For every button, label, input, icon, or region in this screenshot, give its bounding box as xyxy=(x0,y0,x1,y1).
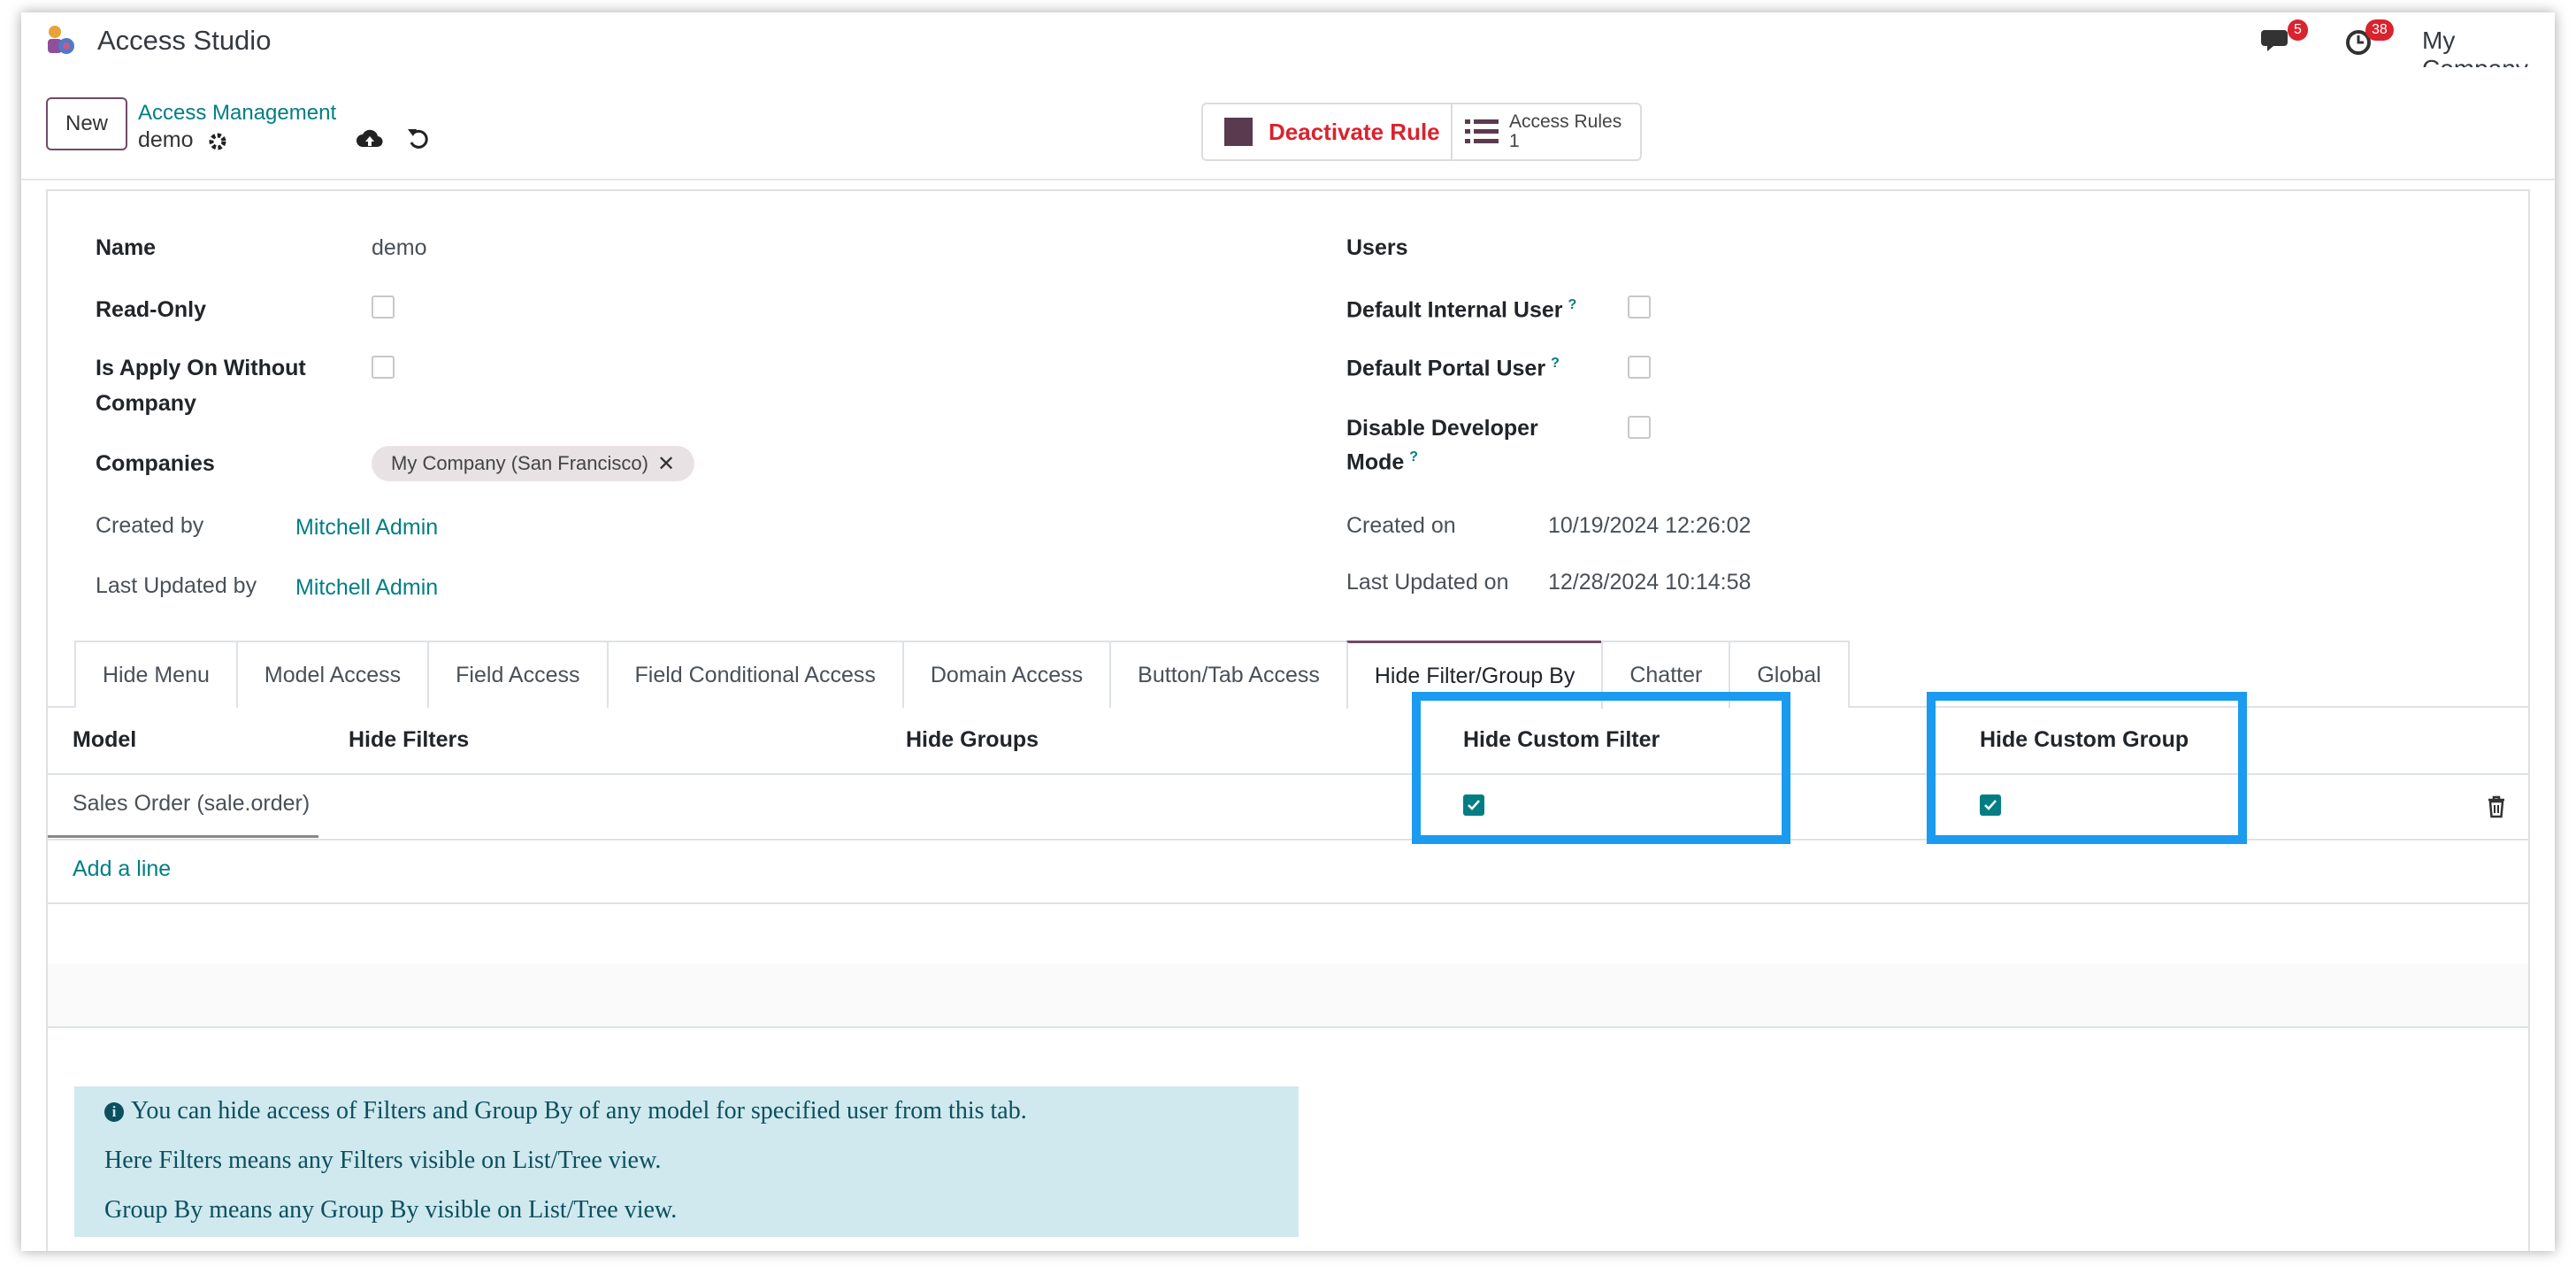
top-navbar: Access Studio 5 38 My Company xyxy=(21,12,2555,82)
tab-field-access[interactable]: Field Access xyxy=(427,641,609,708)
disable-dev-mode-label-1: Disable Developer xyxy=(1346,416,1538,441)
apply-without-company-checkbox[interactable] xyxy=(372,356,395,379)
gear-icon[interactable] xyxy=(207,131,228,152)
tab-domain-access[interactable]: Domain Access xyxy=(901,641,1112,708)
row-field-underline xyxy=(48,835,318,838)
company-tag-label: My Company (San Francisco) xyxy=(391,452,648,474)
disable-dev-mode-label-2: Mode? xyxy=(1346,449,1418,475)
info-line-1-text: You can hide access of Filters and Group… xyxy=(131,1097,1027,1124)
new-button[interactable]: New xyxy=(46,97,127,150)
add-a-line-link[interactable]: Add a line xyxy=(73,856,171,882)
deactivate-rule-button[interactable]: Deactivate Rule xyxy=(1203,104,1453,159)
apply-without-company-label-1: Is Apply On Without xyxy=(96,356,306,380)
app-logo-icon[interactable] xyxy=(42,23,78,58)
control-panel: New Access Management demo Deactivate Ru… xyxy=(21,67,2555,180)
highlight-hide-custom-group xyxy=(1927,692,2247,844)
app-window: Access Studio 5 38 My Company New Access… xyxy=(21,12,2555,1251)
tab-model-access[interactable]: Model Access xyxy=(235,641,430,708)
default-internal-user-checkbox[interactable] xyxy=(1628,295,1651,318)
last-updated-on-value: 12/28/2024 10:14:58 xyxy=(1548,570,1752,595)
help-tooltip-icon[interactable]: ? xyxy=(1409,449,1418,464)
column-hide-filters[interactable]: Hide Filters xyxy=(349,727,469,753)
disable-dev-mode-checkbox[interactable] xyxy=(1628,416,1651,439)
cloud-upload-icon[interactable] xyxy=(356,126,384,152)
default-portal-user-checkbox[interactable] xyxy=(1628,356,1651,379)
highlight-hide-custom-filter xyxy=(1412,692,1790,844)
info-icon: i xyxy=(104,1102,124,1122)
last-updated-on-label: Last Updated on xyxy=(1346,570,1509,595)
help-tooltip-icon[interactable]: ? xyxy=(1551,356,1560,371)
readonly-label: Read-Only xyxy=(96,297,207,322)
breadcrumb-current-record: demo xyxy=(138,127,194,152)
apply-without-company-label-2: Company xyxy=(96,391,196,416)
access-rules-label: Access Rules xyxy=(1509,111,1622,132)
companies-label: Companies xyxy=(96,451,215,476)
deactivate-rule-label: Deactivate Rule xyxy=(1269,118,1440,145)
add-line-row: Add a line xyxy=(48,839,2528,904)
last-updated-by-link[interactable]: Mitchell Admin xyxy=(295,575,438,601)
column-model[interactable]: Model xyxy=(73,727,136,753)
activity-badge: 38 xyxy=(2365,19,2394,41)
readonly-checkbox[interactable] xyxy=(372,295,395,318)
users-label: Users xyxy=(1346,235,1408,260)
trash-icon[interactable] xyxy=(2486,794,2507,819)
info-alert: i You can hide access of Filters and Grou… xyxy=(74,1086,1299,1237)
info-line-3: Group By means any Group By visible on L… xyxy=(104,1196,678,1224)
empty-row xyxy=(48,902,2528,966)
default-portal-user-label: Default Portal User? xyxy=(1346,356,1560,381)
access-rules-count: 1 xyxy=(1509,131,1520,151)
list-icon xyxy=(1465,119,1499,143)
name-field[interactable]: demo xyxy=(372,235,427,261)
help-tooltip-icon[interactable]: ? xyxy=(1568,297,1577,312)
info-line-2: Here Filters means any Filters visible o… xyxy=(104,1147,662,1174)
app-title[interactable]: Access Studio xyxy=(97,25,271,57)
stop-icon xyxy=(1224,118,1253,146)
name-label: Name xyxy=(96,235,157,260)
company-tag[interactable]: My Company (San Francisco) ✕ xyxy=(372,446,695,481)
tab-button-tab-access[interactable]: Button/Tab Access xyxy=(1109,641,1348,708)
created-by-label: Created by xyxy=(96,513,204,538)
last-updated-by-label: Last Updated by xyxy=(96,573,257,598)
info-line-1: i You can hide access of Filters and Grou… xyxy=(104,1097,1027,1125)
default-portal-user-text: Default Portal User xyxy=(1346,356,1546,381)
created-on-label: Created on xyxy=(1346,513,1456,538)
empty-row xyxy=(48,964,2528,1028)
remove-tag-icon[interactable]: ✕ xyxy=(657,451,675,477)
row-model-cell[interactable]: Sales Order (sale.order) xyxy=(73,791,310,817)
column-hide-groups[interactable]: Hide Groups xyxy=(906,727,1039,753)
disable-dev-mode-text: Mode xyxy=(1346,449,1405,475)
smart-buttons: Deactivate Rule Access Rules 1 xyxy=(1201,103,1642,161)
chat-badge: 5 xyxy=(2288,19,2308,41)
form-sheet: Name demo Read-Only Is Apply On Without … xyxy=(46,189,2530,1251)
tab-field-conditional-access[interactable]: Field Conditional Access xyxy=(606,641,904,708)
breadcrumb-access-management[interactable]: Access Management xyxy=(138,101,336,126)
discard-changes-icon[interactable] xyxy=(405,126,432,152)
created-on-value: 10/19/2024 12:26:02 xyxy=(1548,513,1752,538)
access-rules-button[interactable]: Access Rules 1 xyxy=(1453,104,1640,159)
default-internal-user-text: Default Internal User xyxy=(1346,297,1563,323)
tab-hide-menu[interactable]: Hide Menu xyxy=(74,641,238,708)
created-by-link[interactable]: Mitchell Admin xyxy=(295,515,438,541)
default-internal-user-label: Default Internal User? xyxy=(1346,297,1576,323)
